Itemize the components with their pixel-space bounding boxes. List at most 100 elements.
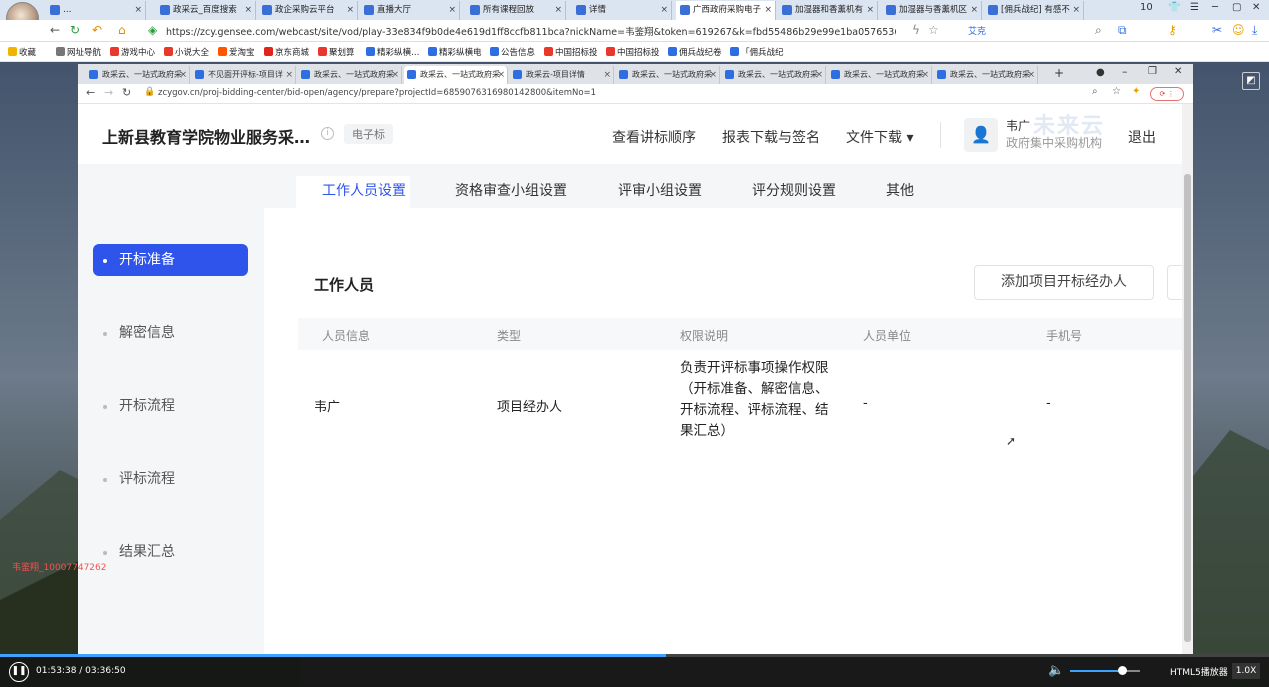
outer-tab-9[interactable]: [佣兵战纪] 有感不 × xyxy=(984,1,1084,20)
tab-close-icon[interactable]: × xyxy=(660,1,668,20)
header-link-2[interactable]: 文件下载 ▾ xyxy=(846,127,913,147)
inner-forward-icon[interactable]: → xyxy=(104,86,113,99)
bookmark-11[interactable]: 中国招标投 xyxy=(606,46,660,58)
outer-tab-8[interactable]: 加湿器与香薰机区 × xyxy=(882,1,982,20)
outer-tab-6[interactable]: 广西政府采购电子 × xyxy=(676,1,776,20)
bookmark-10[interactable]: 中国招标投 xyxy=(544,46,598,58)
star-icon[interactable]: ☆ xyxy=(928,23,939,37)
add-handler-button[interactable]: 添加项目开标经办人 xyxy=(974,265,1154,300)
tab-count-badge[interactable]: 10 xyxy=(1140,2,1153,13)
outer-tab-7[interactable]: 加湿器和香薰机有 × xyxy=(778,1,878,20)
zoom-icon[interactable]: ⌕ xyxy=(1092,86,1098,97)
desktop-widget-icon[interactable]: ◩ xyxy=(1242,72,1260,90)
volume-icon[interactable]: 🔈 xyxy=(1048,663,1064,678)
pause-button[interactable]: ❚❚ xyxy=(9,662,29,682)
emoji-icon[interactable]: ☺ xyxy=(1232,23,1245,37)
inner-tab-7[interactable]: 政采云、一站式政府采 × xyxy=(828,66,932,84)
tab-close-icon[interactable]: × xyxy=(921,66,929,84)
update-icon[interactable]: ⟳ ⋮ xyxy=(1150,87,1184,101)
back-icon[interactable]: ← xyxy=(50,23,60,37)
subtab-2[interactable]: 评审小组设置 xyxy=(618,180,702,210)
inner-tab-4[interactable]: 政采云-项目详情 × xyxy=(510,66,614,84)
scissors-icon[interactable]: ✂ xyxy=(1212,23,1222,37)
refresh-icon[interactable]: ↻ xyxy=(70,23,80,37)
volume-knob[interactable] xyxy=(1117,666,1127,675)
undo-icon[interactable]: ↶ xyxy=(92,23,102,37)
tab-close-icon[interactable]: × xyxy=(448,1,456,20)
inner-reload-icon[interactable]: ↻ xyxy=(122,86,131,99)
sidebar-step-4[interactable]: 结果汇总 xyxy=(93,536,248,568)
lightning-icon[interactable]: ϟ xyxy=(912,23,920,37)
info-icon[interactable]: i xyxy=(321,127,334,140)
tab-close-icon[interactable]: × xyxy=(179,66,187,84)
new-tab-icon[interactable]: + xyxy=(1054,66,1064,80)
inner-tab-8[interactable]: 政采云、一站式政府采 × xyxy=(934,66,1038,84)
inner-minimize-icon[interactable]: – xyxy=(1122,65,1128,78)
tab-close-icon[interactable]: × xyxy=(134,1,142,20)
inner-tab-3[interactable]: 政采云、一站式政府采 × xyxy=(404,66,508,84)
inner-close-icon[interactable]: ✕ xyxy=(1174,66,1182,77)
outer-address-bar[interactable]: https://zcy.gensee.com/webcast/site/vod/… xyxy=(166,24,896,38)
page-scrollbar[interactable] xyxy=(1182,104,1193,654)
tab-close-icon[interactable]: × xyxy=(1072,1,1080,20)
close-window-icon[interactable]: ✕ xyxy=(1252,2,1260,13)
skin-icon[interactable]: 👕 xyxy=(1168,2,1180,13)
user-icon[interactable]: 👤 xyxy=(964,118,998,152)
inner-back-icon[interactable]: ← xyxy=(86,86,95,99)
tab-close-icon[interactable]: × xyxy=(970,1,978,20)
extension-icon[interactable]: ⧉ xyxy=(1118,23,1127,37)
bookmark-8[interactable]: 精彩纵横电 xyxy=(428,46,482,58)
minimize-icon[interactable]: ─ xyxy=(1212,2,1218,13)
speed-button[interactable]: 1.0X xyxy=(1232,663,1260,679)
subtab-1[interactable]: 资格审查小组设置 xyxy=(455,180,567,210)
subtab-3[interactable]: 评分规则设置 xyxy=(752,180,836,210)
bookmark-13[interactable]: 「佣兵战纪 xyxy=(730,46,784,58)
tab-close-icon[interactable]: × xyxy=(709,66,717,84)
inner-tab-6[interactable]: 政采云、一站式政府采 × xyxy=(722,66,826,84)
tab-close-icon[interactable]: × xyxy=(285,66,293,84)
tab-close-icon[interactable]: × xyxy=(815,66,823,84)
subtab-0[interactable]: 工作人员设置 xyxy=(310,180,418,216)
tab-close-icon[interactable]: × xyxy=(497,66,505,84)
bookmark-5[interactable]: 京东商城 xyxy=(264,46,309,58)
tab-close-icon[interactable]: × xyxy=(244,1,252,20)
tab-close-icon[interactable]: × xyxy=(764,1,772,20)
key-icon[interactable]: ⚷ xyxy=(1168,23,1177,37)
bookmark-1[interactable]: 网址导航 xyxy=(56,46,101,58)
outer-tab-2[interactable]: 政企采购云平台 × xyxy=(258,1,358,20)
bookmark-9[interactable]: 公告信息 xyxy=(490,46,535,58)
bookmark-3[interactable]: 小说大全 xyxy=(164,46,209,58)
download-icon[interactable]: ⤓ xyxy=(1252,23,1257,37)
outer-tab-1[interactable]: 政采云_百度搜索 × xyxy=(156,1,256,20)
outer-tab-0[interactable]: … × xyxy=(46,1,146,20)
bookmark-6[interactable]: 聚划算 xyxy=(318,46,355,58)
scroll-thumb[interactable] xyxy=(1184,174,1191,642)
sidebar-step-3[interactable]: 评标流程 xyxy=(93,463,248,495)
sidebar-step-0[interactable]: 开标准备 xyxy=(93,244,248,276)
subtab-4[interactable]: 其他 xyxy=(886,180,914,210)
outer-tab-4[interactable]: 所有课程回放 × xyxy=(466,1,566,20)
bookmark-4[interactable]: 爱淘宝 xyxy=(218,46,255,58)
tab-close-icon[interactable]: × xyxy=(391,66,399,84)
inner-tab-5[interactable]: 政采云、一站式政府采 × xyxy=(616,66,720,84)
tab-close-icon[interactable]: × xyxy=(603,66,611,84)
tab-close-icon[interactable]: × xyxy=(1027,66,1035,84)
bookmark-2[interactable]: 游戏中心 xyxy=(110,46,155,58)
inner-tab-2[interactable]: 政采云、一站式政府采 × xyxy=(298,66,402,84)
bookmark-0[interactable]: 收藏 xyxy=(8,46,36,58)
menu-icon[interactable]: ☰ xyxy=(1190,2,1199,13)
record-icon[interactable]: ● xyxy=(1096,67,1105,78)
bookmark-star-icon[interactable]: ☆ xyxy=(1112,86,1121,97)
tab-close-icon[interactable]: × xyxy=(866,1,874,20)
puzzle-icon[interactable]: ✦ xyxy=(1132,86,1140,97)
volume-slider[interactable] xyxy=(1070,666,1140,675)
tab-close-icon[interactable]: × xyxy=(554,1,562,20)
home-icon[interactable]: ⌂ xyxy=(118,23,126,37)
player-label[interactable]: HTML5播放器 xyxy=(1170,665,1228,678)
header-link-0[interactable]: 查看讲标顺序 xyxy=(612,127,696,147)
logout-button[interactable]: 退出 xyxy=(1128,127,1156,147)
outer-tab-5[interactable]: 详情 × xyxy=(572,1,672,20)
header-link-1[interactable]: 报表下载与签名 xyxy=(722,127,820,147)
inner-restore-icon[interactable]: ❐ xyxy=(1148,66,1157,77)
bookmark-7[interactable]: 精彩纵横… xyxy=(366,46,420,58)
